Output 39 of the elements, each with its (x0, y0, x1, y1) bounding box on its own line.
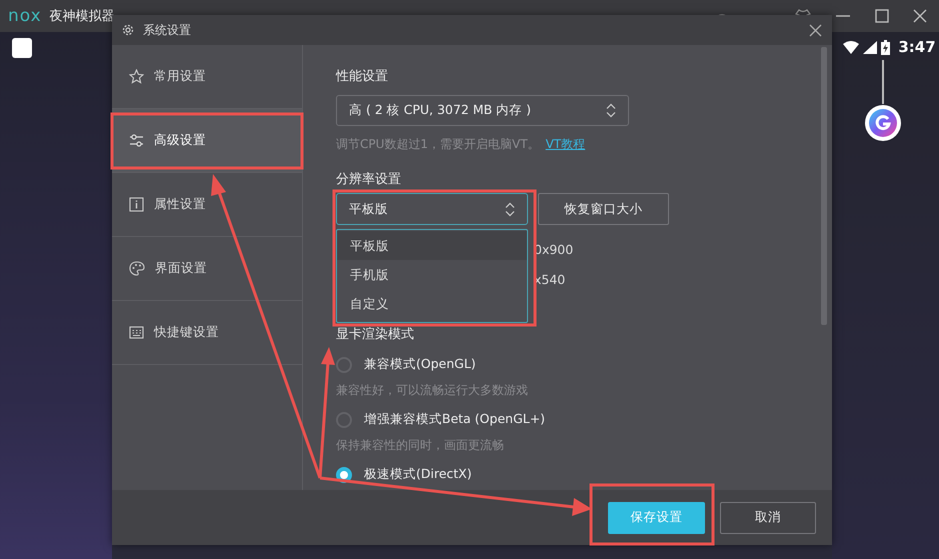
vt-tutorial-link[interactable]: VT教程 (546, 136, 586, 153)
reset-window-size-button[interactable]: 恢复窗口大小 (538, 193, 669, 225)
sort-arrows-icon (606, 103, 616, 118)
info-icon (129, 197, 144, 212)
signal-icon (863, 40, 878, 54)
status-time: 3:47 (898, 38, 936, 56)
sidebar-item[interactable]: 界面设置 (112, 237, 302, 301)
radio-button[interactable] (336, 356, 352, 372)
maximize-icon[interactable] (875, 9, 889, 23)
settings-icon (121, 23, 135, 37)
dialog-title: 系统设置 (143, 22, 191, 38)
close-icon[interactable] (913, 9, 927, 23)
menu-option[interactable]: 手机版 (337, 260, 527, 289)
floating-ball-icon[interactable] (864, 104, 902, 142)
radio-label: 增强兼容模式Beta (OpenGL+) (364, 411, 546, 428)
menu-option[interactable]: 自定义 (337, 289, 527, 318)
radio-label: 兼容模式(OpenGL) (364, 356, 476, 373)
keyboard-icon (129, 326, 144, 339)
sliders-icon (129, 133, 144, 148)
menu-option[interactable]: 平板版 (337, 231, 527, 260)
section-heading: 分辨率设置 (336, 171, 402, 188)
section-heading: 性能设置 (336, 68, 389, 85)
hint-text: 调节CPU数超过1，需要开启电脑VT。 (336, 136, 540, 153)
hint-text: 兼容性好，可以流畅运行大多数游戏 (336, 382, 529, 399)
wifi-icon (843, 40, 860, 54)
resolution-dropdown[interactable]: 平板版 (336, 193, 528, 225)
palette-icon (129, 261, 145, 276)
scrollbar-thumb[interactable] (821, 47, 827, 325)
sort-arrows-icon (505, 202, 515, 216)
section-heading: 显卡渲染模式 (336, 326, 415, 343)
close-icon[interactable] (809, 24, 822, 36)
cancel-button[interactable]: 取消 (720, 502, 816, 534)
hint-text: 保持兼容性的同时，画面更流畅 (336, 437, 505, 454)
radio-label: 极速模式(DirectX) (364, 466, 472, 483)
battery-icon (881, 40, 890, 54)
star-icon (129, 69, 144, 84)
sidebar-item[interactable]: 快捷键设置 (112, 301, 302, 365)
app-logo: nox (8, 6, 42, 26)
performance-dropdown[interactable]: 高 ( 2 核 CPU, 3072 MB 内存 ) (336, 95, 629, 126)
